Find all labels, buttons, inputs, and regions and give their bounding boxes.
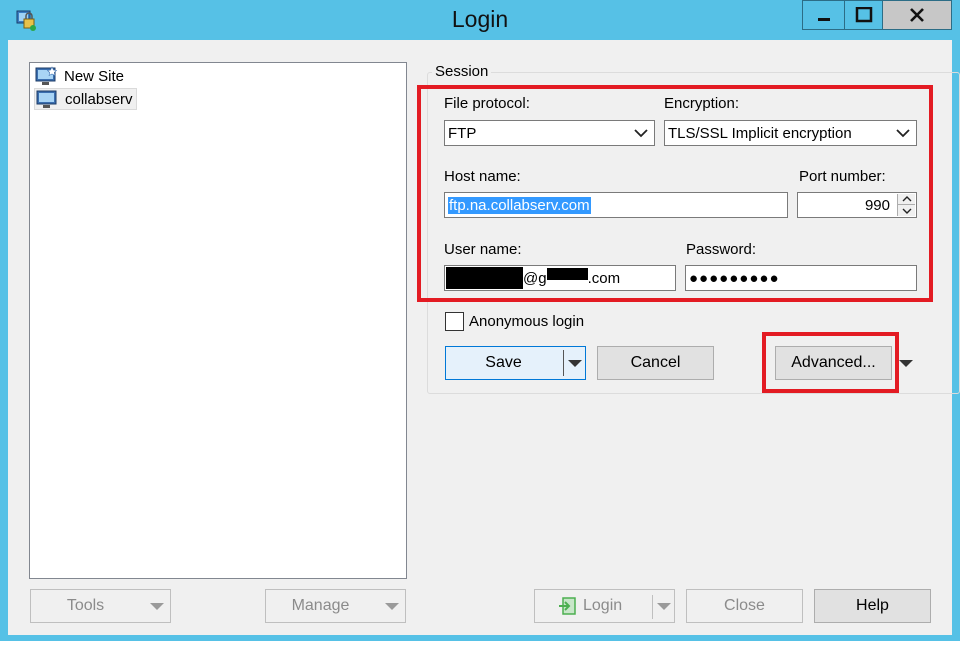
help-button[interactable]: Help — [814, 589, 931, 623]
dialog-body: New Site collabserv Session File protoco… — [8, 40, 960, 635]
save-button[interactable]: Save — [445, 346, 586, 380]
cancel-label: Cancel — [630, 354, 681, 371]
cancel-button[interactable]: Cancel — [597, 346, 714, 380]
minimize-button[interactable] — [802, 0, 844, 30]
highlight-box-session — [417, 85, 933, 302]
tools-button[interactable]: Tools — [30, 589, 171, 623]
minimize-icon — [817, 18, 830, 21]
split-divider — [563, 350, 564, 376]
session-group-label: Session — [432, 63, 492, 80]
chevron-down-icon — [899, 359, 913, 367]
login-button[interactable]: Login — [534, 589, 675, 623]
chevron-down-icon[interactable] — [568, 360, 582, 367]
chevron-down-icon[interactable] — [657, 603, 671, 610]
maximize-icon — [855, 7, 872, 23]
computer-icon — [35, 66, 58, 85]
login-label: Login — [583, 597, 623, 614]
highlight-box-advanced — [762, 332, 899, 393]
login-icon — [559, 597, 576, 615]
chevron-down-icon — [385, 603, 399, 610]
manage-label: Manage — [291, 597, 350, 614]
close-button[interactable]: Close — [686, 589, 803, 623]
anonymous-login-label[interactable]: Anonymous login — [469, 313, 584, 330]
tools-label: Tools — [66, 597, 105, 614]
site-label: collabserv — [65, 90, 133, 108]
close-window-button[interactable] — [882, 0, 952, 30]
manage-button[interactable]: Manage — [265, 589, 406, 623]
title-bar[interactable]: Login — [0, 0, 960, 40]
chevron-down-icon — [150, 603, 164, 610]
site-item-new-site[interactable]: New Site — [34, 65, 127, 87]
help-label: Help — [856, 597, 889, 614]
close-label: Close — [724, 597, 765, 614]
site-tree[interactable]: New Site collabserv — [29, 62, 407, 579]
login-window: Login New Site collabserv Session File p… — [0, 0, 960, 641]
save-label: Save — [485, 354, 522, 371]
anonymous-login-checkbox[interactable] — [445, 312, 464, 331]
computer-icon — [36, 90, 57, 108]
site-item-collabserv[interactable]: collabserv — [34, 88, 137, 110]
split-divider — [652, 595, 653, 619]
maximize-button[interactable] — [844, 0, 882, 30]
advanced-dropdown-button[interactable] — [896, 346, 916, 380]
site-label: New Site — [64, 67, 125, 85]
close-icon — [910, 8, 924, 22]
